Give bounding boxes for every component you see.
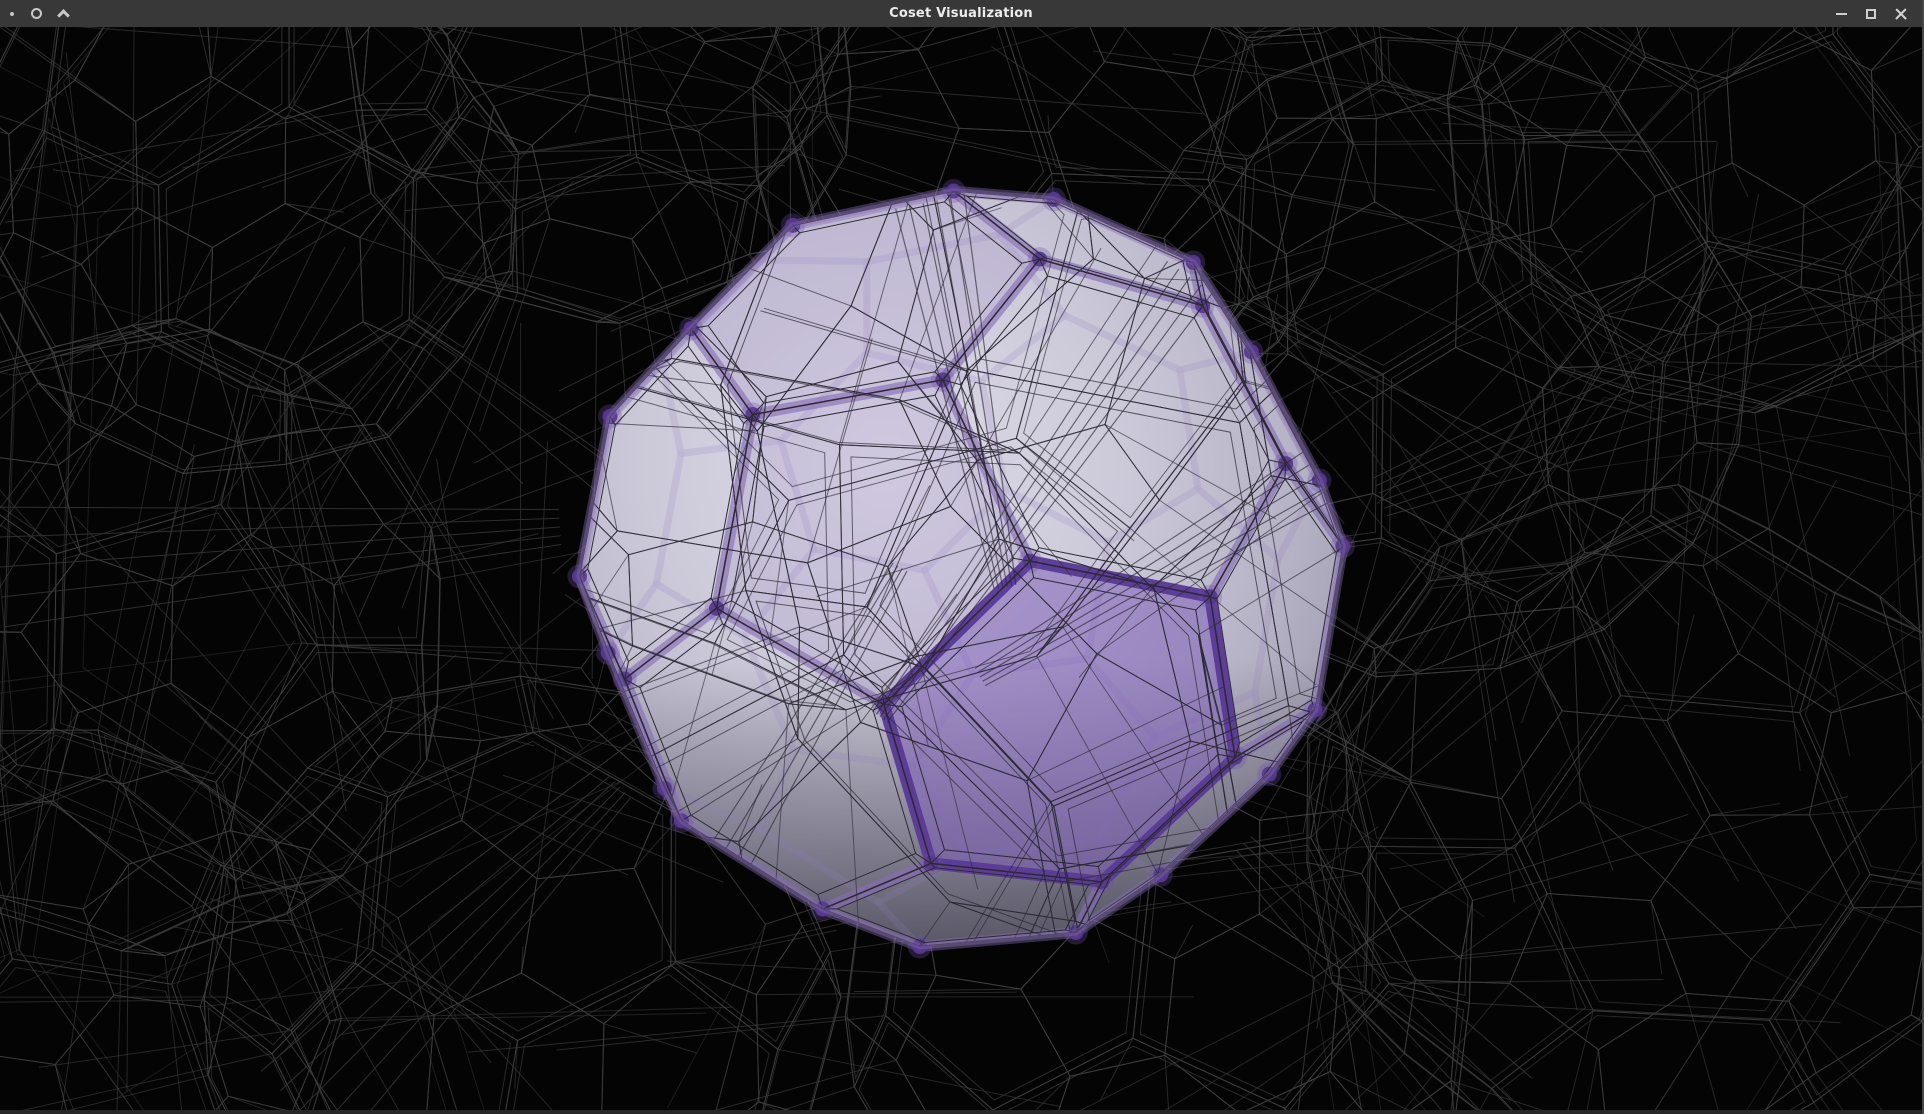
window-controls	[1826, 0, 1916, 27]
status-dot-icon	[10, 12, 14, 16]
titlebar: Coset Visualization	[0, 0, 1922, 27]
coset-scene	[0, 27, 1924, 1110]
close-icon	[1894, 7, 1908, 21]
minimize-button[interactable]	[1826, 0, 1856, 27]
app-window: Coset Visualization	[0, 0, 1924, 1114]
maximize-icon	[1866, 9, 1876, 19]
maximize-button[interactable]	[1856, 0, 1886, 27]
close-button[interactable]	[1886, 0, 1916, 27]
minimize-icon	[1836, 13, 1847, 15]
circle-icon[interactable]	[31, 8, 42, 19]
titlebar-left-icons	[10, 0, 68, 27]
window-title: Coset Visualization	[889, 6, 1033, 21]
chevron-up-icon[interactable]	[57, 9, 70, 22]
content-area	[0, 27, 1922, 1114]
viewport-3d[interactable]	[0, 27, 1922, 1110]
